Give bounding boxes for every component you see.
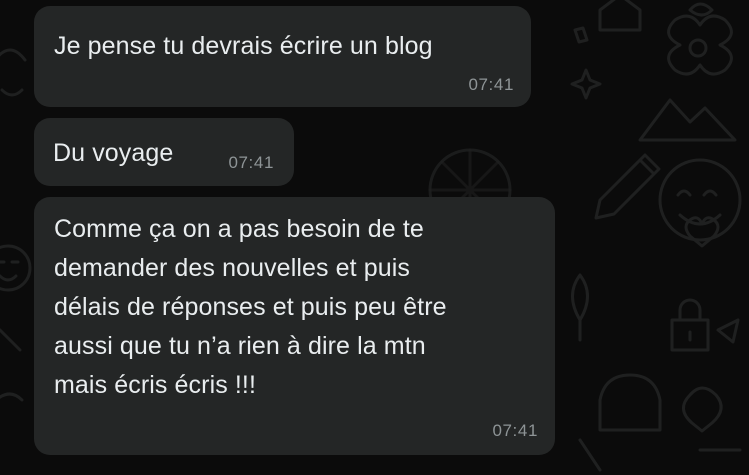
- flower-doodle-icon: [667, 14, 733, 76]
- tree-doodle-icon: [571, 273, 589, 342]
- message-bubble[interactable]: Je pense tu devrais écrire un blog 07:41: [34, 6, 531, 107]
- lock-doodle-icon: [670, 298, 710, 352]
- smiley-doodle-icon: [658, 158, 742, 242]
- message-text: Comme ça on a pas besoin de te demander …: [54, 215, 447, 399]
- message-text: Du voyage: [53, 139, 174, 167]
- message-timestamp: 07:41: [228, 153, 274, 172]
- sparkle-doodle-icon: [570, 68, 602, 100]
- bag-doodle-icon: [598, 373, 662, 432]
- house-doodle-icon: [598, 0, 642, 32]
- bookmark-doodle-icon: [573, 26, 589, 44]
- message-text: Je pense tu devrais écrire un blog: [54, 32, 433, 60]
- arrow-doodle-icon: [716, 318, 740, 344]
- message-timestamp: 07:41: [492, 421, 538, 440]
- pencil-doodle-icon: [594, 153, 661, 220]
- chat-view[interactable]: Je pense tu devrais écrire un blog 07:41…: [0, 0, 749, 475]
- bicycle-doodle-icon: [0, 48, 27, 97]
- message-bubble[interactable]: Du voyage 07:41: [34, 118, 294, 186]
- mountain-doodle-icon: [638, 98, 737, 142]
- message-bubble[interactable]: Comme ça on a pas besoin de te demander …: [34, 197, 555, 455]
- message-timestamp: 07:41: [468, 75, 514, 94]
- face-doodle-icon: [0, 244, 32, 292]
